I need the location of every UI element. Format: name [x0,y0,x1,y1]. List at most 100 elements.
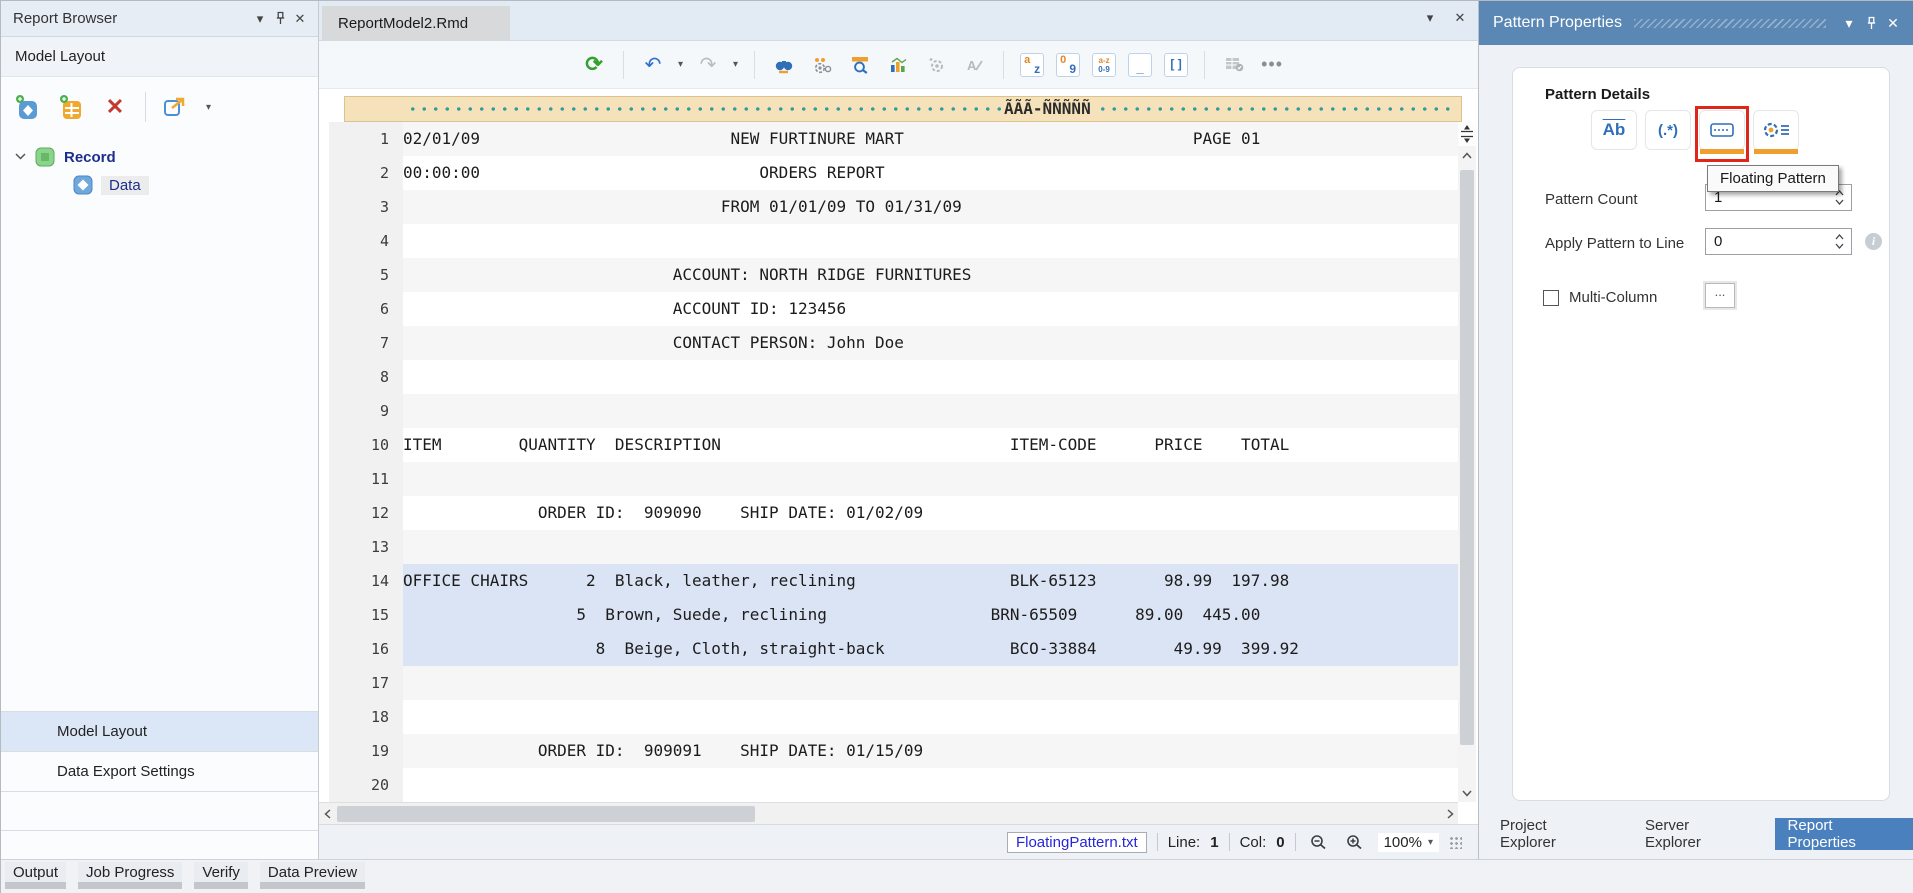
preview-table-disabled-icon[interactable] [1221,52,1247,78]
resize-grip[interactable] [1449,836,1462,849]
undo-dropdown-caret[interactable]: ▾ [678,59,683,70]
scroll-left-icon[interactable] [319,803,335,825]
pin-icon[interactable] [1860,13,1882,33]
pattern-ruler[interactable]: ÃÃÃ-ÑÑÑÑÑ [344,96,1462,122]
line-text[interactable] [403,666,1458,700]
add-record-button[interactable] [13,93,41,121]
mark-numeric-icon[interactable]: 09 [1056,53,1080,77]
tab-job-progress[interactable]: Job Progress [78,862,182,889]
mark-alphanumeric-icon[interactable]: a-z0-9 [1092,53,1116,77]
report-line-highlighted[interactable]: 15 5 Brown, Suede, reclining BRN-65509 8… [319,598,1458,632]
redo-dropdown-caret[interactable]: ▾ [733,59,738,70]
tree-node-record[interactable]: Record [15,143,318,171]
vertical-scroll-thumb[interactable] [1460,170,1474,745]
line-text[interactable]: 00:00:00 ORDERS REPORT [403,156,1458,190]
delete-button[interactable]: ✕ [101,93,129,121]
report-line[interactable]: 10ITEM QUANTITY DESCRIPTION ITEM-CODE PR… [319,428,1458,462]
add-field-button[interactable] [57,93,85,121]
line-text[interactable]: FROM 01/01/09 TO 01/31/09 [403,190,1458,224]
line-text[interactable] [403,768,1458,802]
multi-column-browse-button[interactable]: ... [1705,283,1735,308]
close-icon[interactable]: ✕ [1882,13,1904,33]
line-text[interactable] [403,462,1458,496]
info-icon[interactable]: i [1865,233,1882,250]
tab-output[interactable]: Output [5,862,66,889]
report-line[interactable]: 19 ORDER ID: 909091 SHIP DATE: 01/15/09 [319,734,1458,768]
document-close-icon[interactable]: ✕ [1450,9,1470,27]
line-text[interactable]: 02/01/09 NEW FURTINURE MART PAGE 01 [403,122,1458,156]
report-line[interactable]: 200:00:00 ORDERS REPORT [319,156,1458,190]
line-text[interactable]: OFFICE CHAIRS 2 Black, leather, reclinin… [403,564,1458,598]
scroll-down-icon[interactable] [1458,784,1476,802]
letters-pattern-button[interactable]: Ab [1591,110,1637,150]
report-line-highlighted[interactable]: 16 8 Beige, Cloth, straight-back BCO-338… [319,632,1458,666]
scroll-right-icon[interactable] [1442,803,1458,825]
document-list-chevron-icon[interactable]: ▾ [1420,9,1440,27]
toolbar-overflow-icon[interactable]: ••• [1259,52,1285,78]
spin-down-icon[interactable] [1835,243,1844,249]
font-edit-disabled-icon[interactable]: A [961,52,987,78]
spin-down-icon[interactable] [1835,199,1844,205]
regex-pattern-button[interactable]: (.*) [1645,110,1691,150]
document-tab[interactable]: ReportModel2.Rmd [322,6,510,40]
line-text[interactable] [403,224,1458,258]
zoom-in-icon[interactable] [1342,829,1368,855]
horizontal-scrollbar[interactable] [319,802,1458,824]
undo-icon[interactable]: ↶ [640,52,666,78]
mark-brackets-icon[interactable]: [ ] [1164,53,1188,77]
report-line[interactable]: 20 [319,768,1458,802]
report-line[interactable]: 8 [319,360,1458,394]
horizontal-scroll-thumb[interactable] [337,806,755,822]
report-line[interactable]: 11 [319,462,1458,496]
report-line[interactable]: 102/01/09 NEW FURTINURE MART PAGE 01 [319,122,1458,156]
export-dropdown-caret[interactable]: ▾ [206,102,211,113]
report-line[interactable]: 13 [319,530,1458,564]
line-text[interactable] [403,530,1458,564]
report-line[interactable]: 3 FROM 01/01/09 TO 01/31/09 [319,190,1458,224]
vertical-scrollbar[interactable] [1458,122,1476,802]
line-text[interactable]: ORDER ID: 909090 SHIP DATE: 01/02/09 [403,496,1458,530]
multi-column-checkbox[interactable] [1543,290,1559,306]
line-text[interactable]: 5 Brown, Suede, reclining BRN-65509 89.0… [403,598,1458,632]
apply-pattern-to-line-input[interactable]: 0 [1705,228,1852,255]
view-button-data-export-settings[interactable]: Data Export Settings [1,751,318,791]
auto-create-fields-icon[interactable] [809,52,835,78]
pattern-search-icon[interactable] [847,52,873,78]
refresh-icon[interactable]: ⟳ [581,52,607,78]
tab-project-explorer[interactable]: Project Explorer [1487,818,1616,850]
export-button[interactable] [162,93,190,121]
floating-pattern-button[interactable] [1699,110,1745,150]
pattern-count-spinner[interactable] [1835,190,1851,205]
tab-verify[interactable]: Verify [194,862,248,889]
line-text[interactable] [403,700,1458,734]
pin-icon[interactable] [270,10,290,28]
zoom-out-icon[interactable] [1306,829,1332,855]
tab-data-preview[interactable]: Data Preview [260,862,365,889]
auto-pattern-button[interactable] [1753,110,1799,150]
report-line[interactable]: 9 [319,394,1458,428]
chevron-down-icon[interactable]: ▾ [1838,13,1860,33]
redo-icon[interactable]: ↷ [695,52,721,78]
line-text[interactable]: ACCOUNT: NORTH RIDGE FURNITURES [403,258,1458,292]
apply-pattern-spinner[interactable] [1835,234,1851,249]
close-icon[interactable]: ✕ [290,10,310,28]
scroll-up-icon[interactable] [1458,146,1476,164]
mark-alpha-icon[interactable]: az [1020,53,1044,77]
tab-server-explorer[interactable]: Server Explorer [1632,818,1759,850]
report-line[interactable]: 7 CONTACT PERSON: John Doe [319,326,1458,360]
splitter-handle-icon[interactable] [1458,122,1476,146]
line-text[interactable]: ITEM QUANTITY DESCRIPTION ITEM-CODE PRIC… [403,428,1458,462]
line-text[interactable]: 8 Beige, Cloth, straight-back BCO-33884 … [403,632,1458,666]
tree-node-data[interactable]: Data [15,171,318,199]
source-file-link[interactable]: FloatingPattern.txt [1007,832,1147,853]
spin-up-icon[interactable] [1835,234,1844,240]
line-text[interactable] [403,394,1458,428]
line-text[interactable]: CONTACT PERSON: John Doe [403,326,1458,360]
line-text[interactable]: ORDER ID: 909091 SHIP DATE: 01/15/09 [403,734,1458,768]
report-line[interactable]: 12 ORDER ID: 909090 SHIP DATE: 01/02/09 [319,496,1458,530]
zoom-level-dropdown[interactable]: 100% ▾ [1378,833,1439,852]
tab-report-properties[interactable]: Report Properties [1775,818,1913,850]
report-line[interactable]: 18 [319,700,1458,734]
report-line[interactable]: 4 [319,224,1458,258]
report-line[interactable]: 5 ACCOUNT: NORTH RIDGE FURNITURES [319,258,1458,292]
